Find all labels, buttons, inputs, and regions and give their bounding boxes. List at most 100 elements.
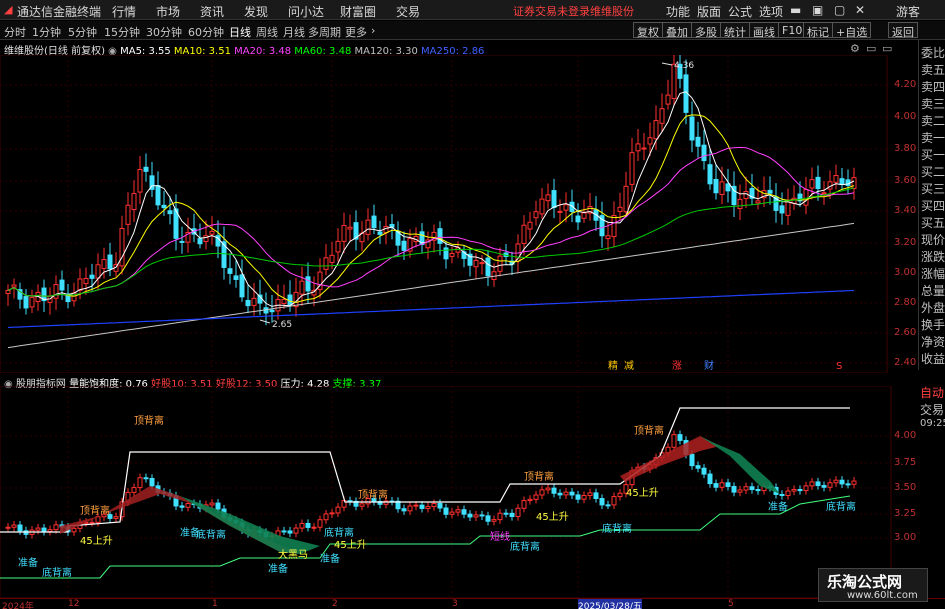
quote-field-label[interactable]: 涨幅 [921, 265, 945, 282]
quote-field-label[interactable]: 卖五 [921, 61, 945, 78]
date-tick-label: 2 [332, 599, 338, 609]
candle-body [251, 297, 257, 306]
indicator-candle-body [545, 487, 551, 491]
quote-field-label[interactable]: 买五 [921, 214, 945, 231]
menu-ask[interactable]: 问小达 [288, 3, 324, 20]
indicator-candle-body [443, 507, 449, 515]
mark-button[interactable]: 标记 [803, 22, 833, 39]
quote-field-label[interactable]: 卖四 [921, 78, 945, 95]
period-intraday[interactable]: 分时 [4, 24, 26, 40]
date-tick-label: 12 [68, 599, 80, 609]
menu-market[interactable]: 市场 [156, 3, 180, 20]
quote-field-label[interactable]: 换手 [921, 316, 945, 333]
menu-news[interactable]: 资讯 [200, 3, 224, 20]
menu-options[interactable]: 选项 [759, 3, 783, 20]
candle-body [767, 189, 773, 194]
menu-discover[interactable]: 发现 [244, 3, 268, 20]
candle-body [209, 230, 215, 235]
period-more[interactable]: 更多 [345, 24, 367, 40]
period-15min[interactable]: 15分钟 [104, 24, 140, 40]
draw-line-button[interactable]: 画线 [749, 22, 779, 39]
indicator-candle-body [581, 494, 587, 500]
candle-body [641, 147, 647, 150]
indicator-candle-body [797, 489, 803, 492]
quote-field-label[interactable]: 卖二 [921, 112, 945, 129]
indicator-candle-body [827, 482, 833, 488]
indicator-candle-body [743, 486, 749, 491]
indicator-candle-body [485, 515, 491, 522]
window-icon[interactable]: ▣ [812, 3, 823, 17]
menu-formula[interactable]: 公式 [728, 3, 752, 20]
indicator-candle-body [407, 505, 413, 512]
quote-field-label[interactable]: 净资 [921, 333, 945, 350]
indicator-candle-body [605, 504, 611, 507]
indicator-candle-body [287, 530, 293, 534]
indicator-candle-body [215, 502, 221, 510]
quote-field-label[interactable]: 买四 [921, 197, 945, 214]
signal-label: 底背离 [826, 500, 856, 513]
period-5min[interactable]: 5分钟 [68, 24, 97, 40]
add-watchlist-button[interactable]: +自选 [832, 22, 872, 39]
statistics-button[interactable]: 统计 [720, 22, 750, 39]
menu-quotes[interactable]: 行情 [112, 3, 136, 20]
period-30min[interactable]: 30分钟 [146, 24, 182, 40]
period-multi[interactable]: 多周期 [308, 24, 341, 40]
back-button[interactable]: 返回 [888, 22, 918, 39]
candle-body [245, 299, 251, 307]
quote-field-label[interactable]: 买二 [921, 163, 945, 180]
quote-field-label[interactable]: 委比 [921, 44, 945, 61]
menu-wealth[interactable]: 财富圈 [340, 3, 376, 20]
chevron-right-icon[interactable]: › [371, 24, 375, 37]
candle-body [527, 221, 533, 230]
auto-trade-label[interactable]: 自动 [920, 384, 944, 401]
candle-body [551, 190, 557, 208]
period-monthly[interactable]: 月线 [283, 24, 305, 40]
maximize-icon[interactable]: ▢ [834, 3, 845, 17]
period-1min[interactable]: 1分钟 [32, 24, 61, 40]
login-notice[interactable]: 证券交易未登录 [513, 3, 590, 19]
quote-field-label[interactable]: 买三 [921, 180, 945, 197]
settings-icon[interactable]: ⚙ [850, 42, 860, 55]
period-weekly[interactable]: 周线 [256, 24, 278, 40]
indicator-candle-body [53, 524, 59, 531]
quote-field-label[interactable]: 现价 [921, 231, 945, 248]
multi-stock-button[interactable]: 多股 [691, 22, 721, 39]
candle-body [239, 274, 245, 298]
menu-trade[interactable]: 交易 [396, 3, 420, 20]
menu-function[interactable]: 功能 [666, 3, 690, 20]
indicator-candle-body [725, 482, 731, 487]
period-daily[interactable]: 日线 [229, 24, 251, 40]
indicator-candle-body [689, 453, 695, 467]
red-cloud-band [620, 436, 720, 482]
adjust-button[interactable]: 复权 [633, 22, 663, 39]
quote-field-label[interactable]: 总量 [921, 282, 945, 299]
indicator-candle-body [809, 481, 815, 487]
quote-field-label[interactable]: 卖三 [921, 95, 945, 112]
watermark-title: 乐淘公式网 [827, 573, 903, 591]
user-guest[interactable]: 游客 [896, 3, 920, 20]
indicator-candle-body [569, 491, 575, 496]
auto-trade-label[interactable]: 交易 [920, 401, 944, 418]
expand-icon[interactable]: ▭ [866, 42, 876, 55]
menu-layout[interactable]: 版面 [697, 3, 721, 20]
event-marker: 财 [704, 359, 714, 372]
quote-field-label[interactable]: 涨跌 [921, 248, 945, 265]
indicator-candle-body [539, 489, 545, 496]
candle-body [401, 240, 407, 251]
app-logo-icon: ◢ [4, 3, 13, 16]
quote-field-label[interactable]: 收益 [921, 350, 945, 367]
quote-field-label[interactable]: 买一 [921, 146, 945, 163]
period-60min[interactable]: 60分钟 [188, 24, 224, 40]
overlay-button[interactable]: 叠加 [662, 22, 692, 39]
quote-field-label[interactable]: 卖一 [921, 129, 945, 146]
close-icon[interactable]: ✕ [855, 3, 865, 17]
candle-body [821, 192, 827, 195]
indicator-candle-body [851, 480, 857, 485]
zoom-icon[interactable]: ▭ [882, 42, 892, 55]
main-candlestick-chart[interactable]: 4.36 2.65 精减 涨 财 S [0, 55, 918, 373]
quote-field-label[interactable]: 外盘 [921, 299, 945, 316]
candle-body [53, 284, 59, 299]
indicator-chart[interactable]: 顶背离顶背离顶背离顶背离顶背离底背离底背离 底背离底背离底背离底背离45上升 45上… [0, 386, 918, 598]
indicator-candle-body [461, 509, 467, 515]
minimize-icon[interactable]: ▬ [790, 3, 801, 17]
